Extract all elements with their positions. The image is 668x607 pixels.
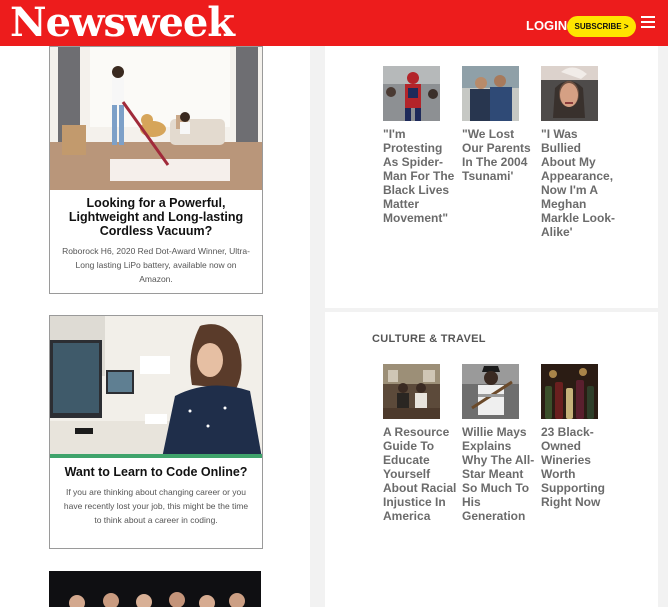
- ad-title[interactable]: Looking for a Powerful, Lightweight and …: [50, 196, 262, 238]
- login-link[interactable]: LOGIN: [526, 18, 567, 33]
- story-thumbnail-meghan-lookalike[interactable]: [541, 66, 598, 121]
- story-caption[interactable]: 23 Black-Owned Wineries Worth Supporting…: [541, 425, 617, 509]
- story-thumbnail-willie-mays[interactable]: [462, 364, 519, 419]
- partial-ad-image[interactable]: [49, 571, 261, 607]
- left-ad-column: Looking for a Powerful, Lightweight and …: [0, 46, 310, 607]
- story-caption[interactable]: "I Was Bullied About My Appearance, Now …: [541, 127, 617, 239]
- story-caption[interactable]: "I'm Protesting As Spider-Man For The Bl…: [383, 127, 459, 225]
- subscribe-button[interactable]: SUBSCRIBE >: [567, 16, 636, 37]
- ad-description: If you are thinking about changing caree…: [63, 487, 249, 525]
- newsweek-logo[interactable]: Newsweek: [10, 1, 235, 45]
- story-caption[interactable]: A Resource Guide To Educate Yourself Abo…: [383, 425, 459, 523]
- ad-card-vacuum[interactable]: Looking for a Powerful, Lightweight and …: [49, 46, 263, 294]
- ad-description: Roborock H6, 2020 Red Dot-Award Winner, …: [62, 246, 250, 284]
- ad-card-partial[interactable]: [49, 571, 263, 607]
- story-caption[interactable]: "We Lost Our Parents In The 2004 Tsunami…: [462, 127, 538, 183]
- ad-card-coding[interactable]: Want to Learn to Code Online? If you are…: [49, 315, 263, 549]
- story-thumbnail-tsunami[interactable]: [462, 66, 519, 121]
- story-caption[interactable]: Willie Mays Explains Why The All-Star Me…: [462, 425, 538, 523]
- story-thumbnail-wineries[interactable]: [541, 364, 598, 419]
- ad-title[interactable]: Want to Learn to Code Online?: [50, 465, 262, 479]
- story-thumbnail-racial-justice[interactable]: [383, 364, 440, 419]
- hamburger-menu-icon[interactable]: [641, 16, 655, 28]
- section-title-culture-travel[interactable]: CULTURE & TRAVEL: [372, 333, 486, 345]
- site-header: Newsweek LOGIN SUBSCRIBE >: [0, 0, 668, 46]
- story-thumbnail-spiderman[interactable]: [383, 66, 440, 121]
- vacuum-ad-image[interactable]: [50, 47, 262, 190]
- coding-ad-image[interactable]: [50, 316, 262, 458]
